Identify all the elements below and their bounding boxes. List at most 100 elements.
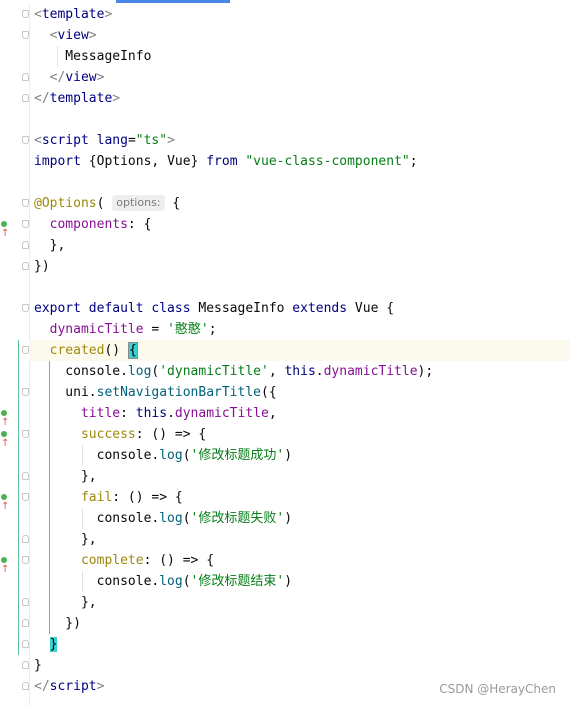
code-line[interactable]: title: this.dynamicTitle, [29,403,570,424]
code-token: > [96,679,105,694]
code-line-text: </template> [34,88,120,109]
implements-marker-icon[interactable]: ↑ [1,429,15,449]
code-line-text: } [34,655,42,676]
code-token: } [34,658,42,673]
code-token: > [96,70,105,85]
fold-open-icon[interactable] [22,304,29,312]
code-line[interactable]: uni.setNavigationBarTitle({ [29,382,570,403]
code-token: log [159,574,183,589]
code-token: ) [284,574,293,589]
code-token: MessageInfo [198,301,293,316]
code-token: view [65,70,97,85]
code-token: < [34,7,42,22]
code-line[interactable]: success: () => { [29,424,570,445]
fold-close-icon[interactable] [22,472,29,480]
fold-close-icon[interactable] [22,682,29,690]
fold-close-icon[interactable] [22,73,29,81]
code-line[interactable]: </view> [29,67,570,88]
code-line[interactable]: console.log('修改标题成功') [29,445,570,466]
code-token: , [268,406,277,421]
fold-close-icon[interactable] [22,241,29,249]
code-token: < [34,28,58,43]
code-line[interactable]: complete: () => { [29,550,570,571]
code-line[interactable] [29,109,570,130]
code-token: . [315,364,324,379]
fold-close-icon[interactable] [22,94,29,102]
code-token: ; [208,322,217,337]
code-token: '修改标题失败' [190,511,285,526]
code-token: > [167,133,175,148]
implements-marker-icon[interactable]: ↑ [1,219,15,239]
code-line[interactable]: export default class MessageInfo extends… [29,298,570,319]
code-line[interactable]: <template> [29,4,570,25]
code-line[interactable]: @Options( options: { [29,193,570,214]
code-token: </ [34,679,50,694]
fold-open-icon[interactable] [22,220,29,228]
code-line-text: @Options( options: { [34,193,180,214]
indent-guide [82,445,83,466]
fold-open-icon[interactable] [22,493,29,501]
code-token: : [120,406,136,421]
code-token: template [49,91,113,106]
code-line[interactable]: } [29,655,570,676]
code-line[interactable]: fail: () => { [29,487,570,508]
code-token: { [127,342,138,359]
fold-close-icon[interactable] [22,598,29,606]
code-token: log [159,448,183,463]
code-line[interactable] [29,172,570,193]
code-line[interactable]: } [29,634,570,655]
code-token: }) [34,616,81,631]
fold-close-icon[interactable] [22,262,29,270]
code-token: view [57,28,89,43]
fold-open-icon[interactable] [22,430,29,438]
fold-open-icon[interactable] [22,10,29,18]
code-line[interactable]: }) [29,256,570,277]
code-line[interactable]: </template> [29,88,570,109]
code-line-text: console.log('dynamicTitle', this.dynamic… [34,361,433,382]
fold-close-icon[interactable] [22,535,29,543]
fold-open-icon[interactable] [22,346,29,354]
code-token: ( [96,196,113,211]
fold-open-icon[interactable] [22,388,29,396]
code-line[interactable]: }, [29,529,570,550]
code-token: '修改标题结束' [190,574,285,589]
implements-marker-icon[interactable]: ↑ [1,408,15,428]
code-editor[interactable]: <template> <view> MessageInfo </view> </t… [29,4,570,706]
fold-close-icon[interactable] [22,640,29,648]
code-line[interactable]: <view> [29,25,570,46]
code-line[interactable]: import {Options, Vue} from "vue-class-co… [29,151,570,172]
watermark: CSDN @HerayChen [439,682,556,696]
fold-open-icon[interactable] [22,31,29,39]
code-line[interactable]: }, [29,235,570,256]
code-line[interactable]: }) [29,613,570,634]
code-line[interactable]: console.log('修改标题失败') [29,508,570,529]
code-line-text: console.log('修改标题失败') [34,508,292,529]
implements-marker-icon[interactable]: ↑ [1,492,15,512]
code-token: { [386,301,395,316]
fold-close-icon[interactable] [22,619,29,627]
code-token: : () => { [143,553,215,568]
code-token: }, [34,469,97,484]
implements-marker-icon[interactable]: ↑ [1,555,15,575]
code-token: @Options [34,196,97,211]
code-line[interactable]: MessageInfo [29,46,570,67]
fold-open-icon[interactable] [22,199,29,207]
code-line-text: }, [34,529,97,550]
code-token: ( [182,511,191,526]
code-line[interactable]: console.log('修改标题结束') [29,571,570,592]
fold-open-icon[interactable] [22,136,29,144]
code-line-text: console.log('修改标题成功') [34,445,292,466]
code-line-text: <view> [34,25,97,46]
code-line[interactable]: dynamicTitle = '憨憨'; [29,319,570,340]
code-line[interactable]: created() { [29,340,570,361]
code-line[interactable]: <script lang="ts"> [29,130,570,151]
code-token: export default class [34,301,199,316]
code-line[interactable]: console.log('dynamicTitle', this.dynamic… [29,361,570,382]
code-line[interactable]: }, [29,466,570,487]
code-line[interactable]: }, [29,592,570,613]
code-line[interactable]: components: { [29,214,570,235]
code-token: : () => { [112,490,183,505]
code-line[interactable] [29,277,570,298]
fold-open-icon[interactable] [22,556,29,564]
fold-close-icon[interactable] [22,661,29,669]
